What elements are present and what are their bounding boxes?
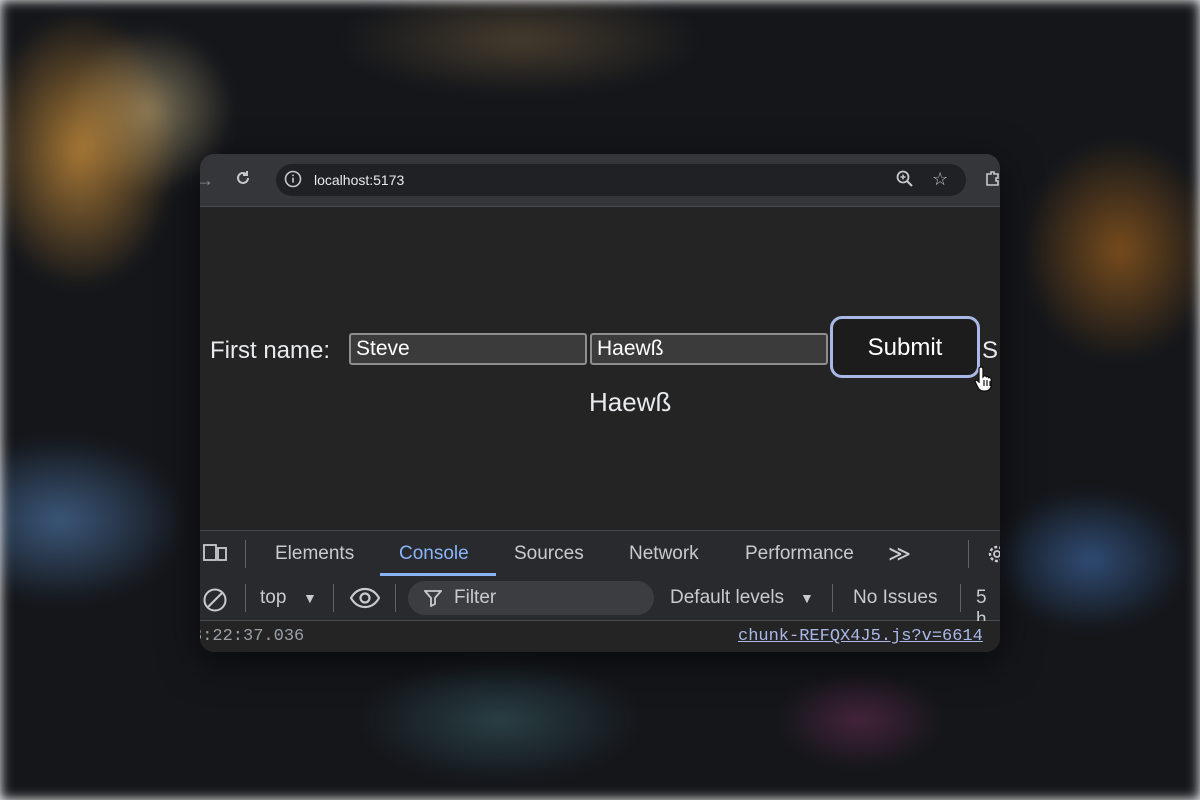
device-toolbar-icon[interactable] — [203, 543, 229, 567]
log-timestamp: 3:22:37.036 — [200, 627, 305, 646]
tab-sources[interactable]: Sources — [514, 543, 584, 565]
eye-icon[interactable] — [349, 587, 381, 613]
issues-button[interactable]: No Issues — [853, 587, 937, 609]
site-info-icon[interactable] — [284, 170, 302, 192]
context-select[interactable]: top — [260, 587, 286, 609]
submit-button[interactable]: Submit — [830, 316, 980, 378]
url-text: localhost:5173 — [314, 172, 405, 188]
clear-console-icon[interactable] — [202, 587, 228, 617]
divider — [832, 584, 833, 612]
extensions-icon[interactable] — [984, 169, 1000, 191]
filter-placeholder: Filter — [454, 587, 497, 608]
tab-elements[interactable]: Elements — [275, 543, 354, 565]
browser-window: → localhost:5173 ☆ First name: Submit S — [200, 154, 1000, 652]
star-icon[interactable]: ☆ — [932, 169, 948, 189]
tab-performance[interactable]: Performance — [745, 543, 854, 565]
zoom-icon[interactable] — [896, 170, 914, 192]
more-tabs-icon[interactable]: ≫ — [888, 541, 911, 567]
console-log-line: 3:22:37.036 chunk-REFQX4J5.js?v=6614 — [200, 621, 1000, 652]
settings-icon[interactable] — [986, 543, 1000, 569]
forward-icon[interactable]: → — [200, 170, 214, 190]
browser-toolbar: → localhost:5173 ☆ — [200, 154, 1000, 207]
last-name-input[interactable] — [590, 333, 828, 365]
reload-icon[interactable] — [234, 169, 252, 191]
output-text: Haewß — [589, 387, 672, 417]
context-dropdown-icon[interactable]: ▼ — [303, 590, 317, 606]
first-name-input[interactable] — [349, 333, 587, 365]
page-content: First name: Submit S Haewß — [200, 207, 1000, 529]
hand-cursor-icon — [974, 365, 996, 398]
divider — [333, 584, 334, 612]
first-name-label: First name: — [210, 337, 331, 364]
clipped-text: S — [982, 337, 999, 364]
divider — [245, 540, 246, 568]
devtools-tabbar: Elements Console Sources Network Perform… — [200, 530, 1000, 577]
log-levels-select[interactable]: Default levels — [670, 587, 784, 609]
address-bar[interactable]: localhost:5173 ☆ — [276, 164, 966, 196]
tab-network[interactable]: Network — [629, 543, 699, 565]
divider — [245, 584, 246, 612]
console-toolbar: top ▼ Filter Default levels ▼ No Issues … — [200, 576, 1000, 630]
divider — [968, 540, 969, 568]
filter-input[interactable]: Filter — [408, 581, 654, 615]
filter-icon — [423, 589, 443, 611]
tab-console[interactable]: Console — [399, 543, 469, 565]
divider — [395, 584, 396, 612]
divider — [960, 584, 961, 612]
log-source-link[interactable]: chunk-REFQX4J5.js?v=6614 — [738, 627, 983, 646]
levels-dropdown-icon[interactable]: ▼ — [800, 590, 814, 606]
